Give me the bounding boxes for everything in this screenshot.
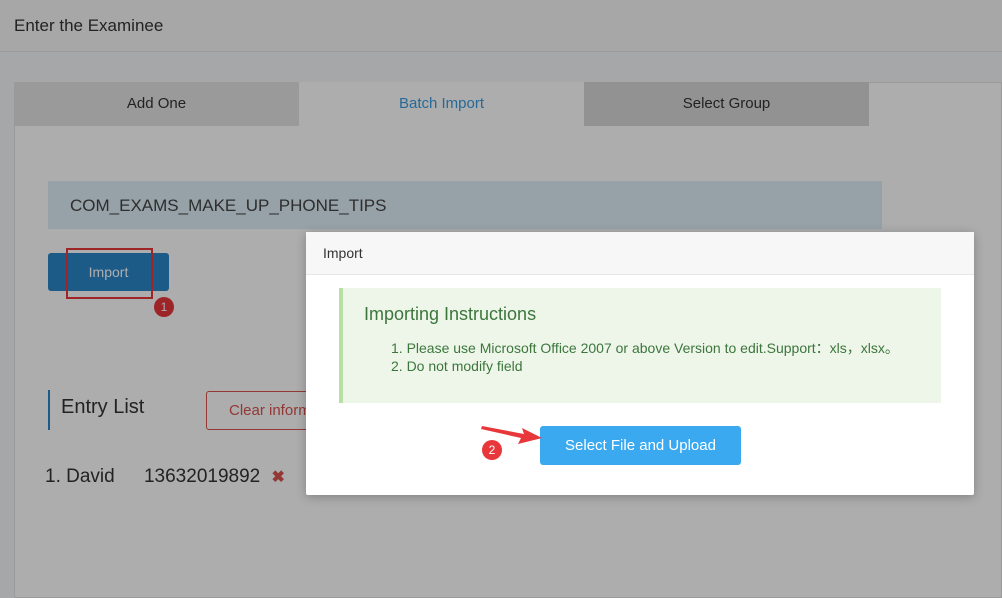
import-modal: Import Importing Instructions 1. Please …	[306, 232, 974, 495]
modal-header: Import	[306, 232, 974, 275]
modal-title: Import	[323, 245, 363, 261]
annotation-badge-2: 2	[482, 440, 502, 460]
instructions-title: Importing Instructions	[364, 304, 537, 324]
instructions-box: Importing Instructions 1. Please use Mic…	[339, 288, 941, 403]
select-file-upload-button[interactable]: Select File and Upload	[540, 426, 741, 465]
instruction-item: 2. Do not modify field	[391, 358, 523, 374]
instruction-item: 1. Please use Microsoft Office 2007 or a…	[391, 340, 899, 356]
